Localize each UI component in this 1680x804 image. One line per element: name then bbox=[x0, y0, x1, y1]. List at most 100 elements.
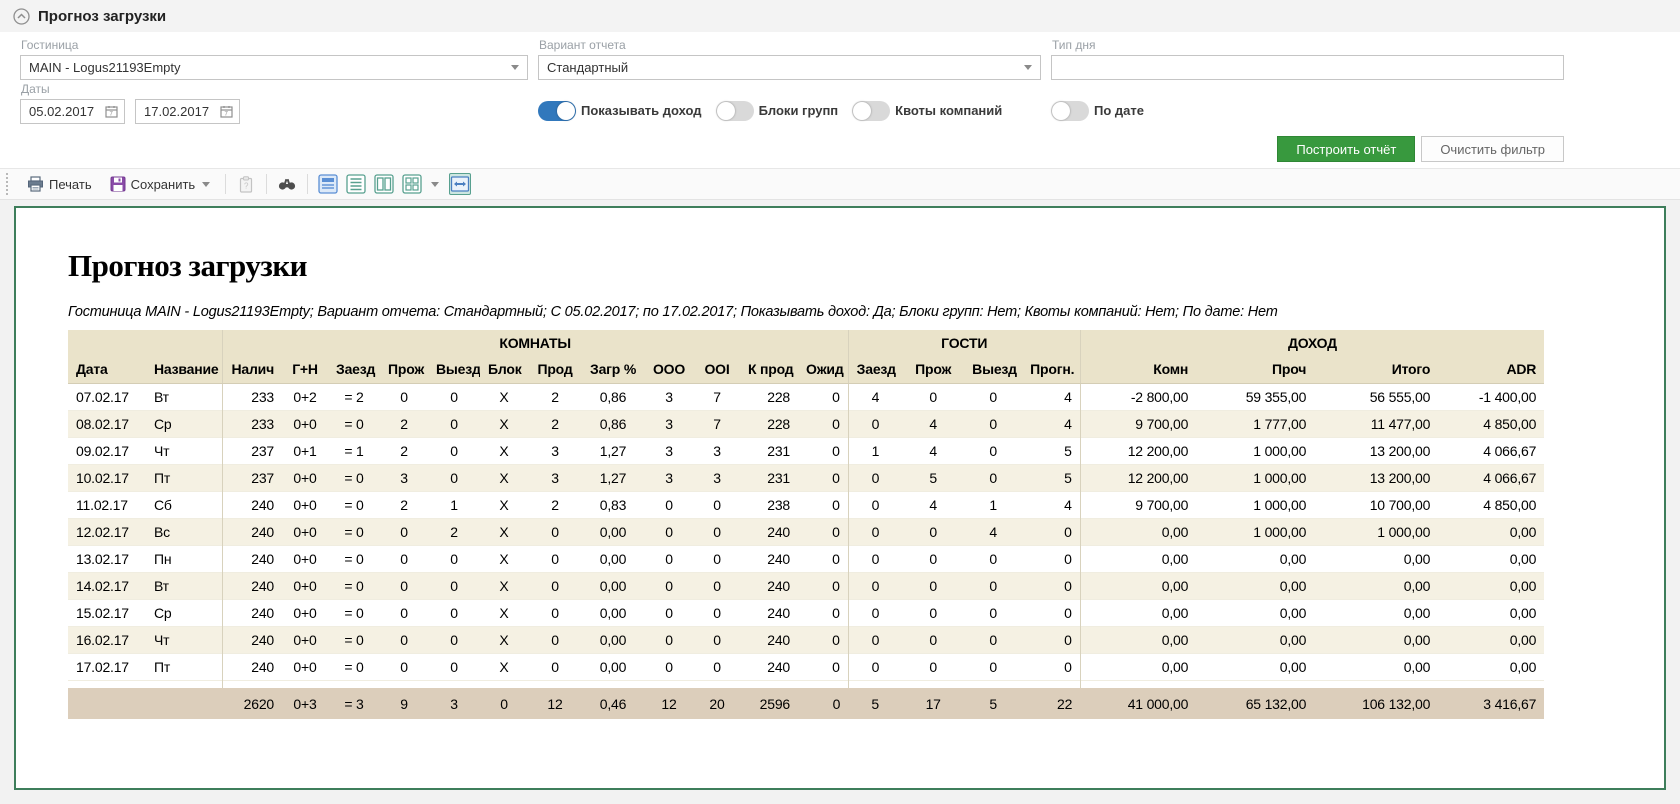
svg-text:?: ? bbox=[244, 181, 249, 190]
table-cell: 1 000,00 bbox=[1196, 437, 1314, 464]
total-cell: 2620 bbox=[222, 688, 282, 719]
toolbar-grip-handle[interactable] bbox=[6, 173, 11, 195]
table-cell: 0,00 bbox=[582, 626, 644, 653]
table-cell: 0 bbox=[902, 383, 964, 410]
table-cell: 0 bbox=[694, 626, 740, 653]
save-dropdown-caret-icon[interactable] bbox=[202, 182, 210, 187]
total-cell: 22 bbox=[1022, 688, 1080, 719]
toggle-show-income[interactable]: Показывать доход bbox=[538, 101, 702, 121]
table-cell: 11 477,00 bbox=[1314, 410, 1438, 437]
table-cell: Чт bbox=[146, 626, 222, 653]
toggle-switch[interactable] bbox=[1051, 101, 1089, 121]
table-cell: 0 bbox=[798, 383, 848, 410]
table-cell: 0 bbox=[964, 653, 1022, 680]
table-cell: 4 bbox=[1022, 383, 1080, 410]
table-cell: 3 bbox=[644, 437, 694, 464]
toggle-switch[interactable] bbox=[538, 101, 576, 121]
total-cell bbox=[68, 688, 146, 719]
toggle-switch[interactable] bbox=[852, 101, 890, 121]
table-cell: 07.02.17 bbox=[68, 383, 146, 410]
view-grid-icon[interactable] bbox=[401, 173, 423, 195]
spacer-cell bbox=[740, 680, 798, 688]
table-cell: 0,00 bbox=[1196, 545, 1314, 572]
table-cell: 0 bbox=[902, 545, 964, 572]
table-cell: 14.02.17 bbox=[68, 572, 146, 599]
hotel-select[interactable]: MAIN - Logus21193Empty bbox=[20, 55, 528, 80]
column-header-cell: Дата bbox=[68, 356, 146, 383]
table-row: 17.02.17Пт2400+0= 000X00,0000240000000,0… bbox=[68, 653, 1544, 680]
table-cell: 0 bbox=[694, 599, 740, 626]
print-button[interactable]: Печать bbox=[21, 173, 98, 195]
table-cell: 231 bbox=[740, 464, 798, 491]
table-cell: Пт bbox=[146, 464, 222, 491]
filter-panel: Гостиница MAIN - Logus21193Empty Даты 05… bbox=[0, 32, 1680, 168]
table-cell: 10.02.17 bbox=[68, 464, 146, 491]
table-cell: 16.02.17 bbox=[68, 626, 146, 653]
table-cell: 3 bbox=[694, 437, 740, 464]
collapse-panel-icon[interactable] bbox=[12, 7, 30, 25]
fit-width-icon[interactable] bbox=[449, 173, 471, 195]
total-cell: 5 bbox=[964, 688, 1022, 719]
total-cell: 2596 bbox=[740, 688, 798, 719]
table-cell: 0 bbox=[380, 626, 428, 653]
build-report-button[interactable]: Построить отчёт bbox=[1277, 136, 1415, 162]
report-variant-select[interactable]: Стандартный bbox=[538, 55, 1041, 80]
table-cell: 10 700,00 bbox=[1314, 491, 1438, 518]
table-cell: 0 bbox=[798, 599, 848, 626]
date-to-input[interactable]: 17.02.2017 7 bbox=[135, 99, 240, 124]
table-cell: 0+2 bbox=[282, 383, 328, 410]
view-grid-dropdown-caret-icon[interactable] bbox=[431, 182, 439, 187]
table-cell: 3 bbox=[528, 464, 582, 491]
table-cell: 4 850,00 bbox=[1438, 491, 1544, 518]
table-row: 07.02.17Вт2330+2= 200X20,863722804004-2 … bbox=[68, 383, 1544, 410]
day-type-input[interactable] bbox=[1051, 55, 1564, 80]
save-icon bbox=[110, 176, 126, 192]
table-cell: 0,00 bbox=[1314, 626, 1438, 653]
table-cell: 0 bbox=[964, 437, 1022, 464]
toggle-company-quotas[interactable]: Квоты компаний bbox=[852, 101, 1002, 121]
view-facing-pages-icon[interactable] bbox=[373, 173, 395, 195]
view-continuous-icon[interactable] bbox=[345, 173, 367, 195]
table-cell: 0 bbox=[428, 653, 480, 680]
toggle-by-date[interactable]: По дате bbox=[1051, 101, 1144, 121]
table-cell: 237 bbox=[222, 437, 282, 464]
save-button[interactable]: Сохранить bbox=[104, 173, 217, 195]
spacer-cell bbox=[644, 680, 694, 688]
table-cell: 0,00 bbox=[1314, 545, 1438, 572]
total-cell: 65 132,00 bbox=[1196, 688, 1314, 719]
column-header-cell: Выезд bbox=[428, 356, 480, 383]
table-cell: 0,00 bbox=[1080, 518, 1196, 545]
date-from-input[interactable]: 05.02.2017 7 bbox=[20, 99, 125, 124]
view-single-page-icon[interactable] bbox=[317, 173, 339, 195]
table-cell: 0 bbox=[1022, 599, 1080, 626]
total-cell: = 3 bbox=[328, 688, 380, 719]
total-cell: 0 bbox=[480, 688, 528, 719]
table-cell: 0 bbox=[848, 626, 902, 653]
spacer-cell bbox=[1438, 680, 1544, 688]
table-cell: 4 bbox=[1022, 410, 1080, 437]
table-cell: 2 bbox=[528, 410, 582, 437]
table-cell: = 0 bbox=[328, 491, 380, 518]
toggle-switch[interactable] bbox=[716, 101, 754, 121]
table-cell: 0 bbox=[798, 626, 848, 653]
table-cell: 1 000,00 bbox=[1196, 491, 1314, 518]
calendar-icon[interactable]: 7 bbox=[105, 105, 118, 118]
clipboard-icon[interactable]: ? bbox=[235, 173, 257, 195]
table-cell: 0,00 bbox=[582, 545, 644, 572]
page-title: Прогноз загрузки bbox=[38, 8, 166, 25]
clear-filter-button[interactable]: Очистить фильтр bbox=[1421, 136, 1564, 162]
calendar-icon[interactable]: 7 bbox=[220, 105, 233, 118]
table-cell: 0 bbox=[380, 599, 428, 626]
print-label: Печать bbox=[49, 177, 92, 192]
table-cell: 4 066,67 bbox=[1438, 437, 1544, 464]
table-cell: 0 bbox=[380, 653, 428, 680]
search-icon[interactable] bbox=[276, 173, 298, 195]
table-cell: 0,00 bbox=[582, 599, 644, 626]
hotel-label: Гостиница bbox=[21, 38, 528, 52]
chevron-down-icon bbox=[511, 65, 519, 70]
table-cell: 0,00 bbox=[1314, 572, 1438, 599]
table-cell: 233 bbox=[222, 410, 282, 437]
table-cell: 240 bbox=[222, 518, 282, 545]
toggle-group-blocks[interactable]: Блоки групп bbox=[716, 101, 839, 121]
table-cell: 4 bbox=[964, 518, 1022, 545]
